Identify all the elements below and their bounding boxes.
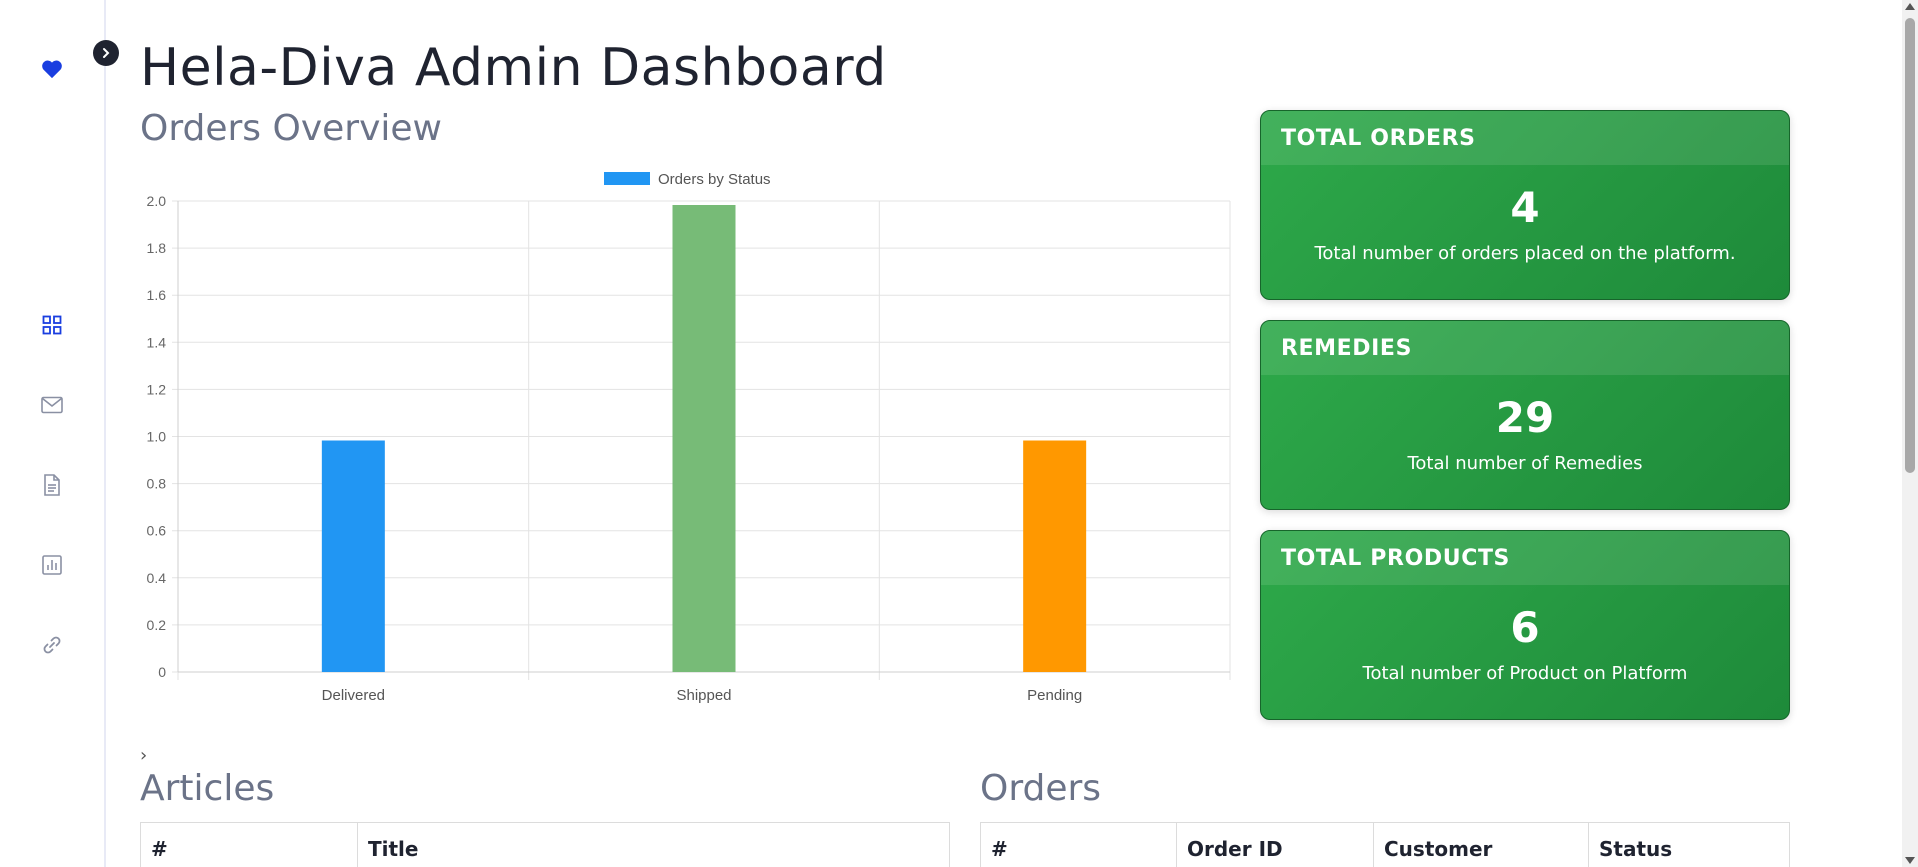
x-tick-label: Delivered	[322, 687, 385, 704]
card-title: TOTAL PRODUCTS	[1261, 531, 1789, 585]
sidebar	[0, 0, 106, 867]
vertical-scrollbar[interactable]	[1902, 0, 1918, 867]
legend-label: Orders by Status	[658, 171, 771, 188]
sidebar-toggle-button[interactable]	[93, 40, 119, 66]
mail-icon[interactable]	[40, 393, 64, 417]
column-header-customer[interactable]: Customer	[1373, 822, 1589, 867]
y-tick-label: 1.8	[147, 240, 167, 256]
collapse-chevron-icon[interactable]: ›	[140, 745, 147, 766]
bar-pending	[1023, 440, 1087, 672]
bar-chart-icon[interactable]	[40, 553, 64, 577]
card-description: Total number of orders placed on the pla…	[1314, 243, 1736, 264]
main-content: Hela-Diva Admin Dashboard Orders Overvie…	[140, 0, 1790, 867]
document-icon[interactable]	[40, 473, 64, 497]
card-title: TOTAL ORDERS	[1261, 111, 1789, 165]
orders-bar-chart: 0 0.2 0.4 0.6 0.8 1.0 1.2 1.4 1.6 1.8 2.0 Delivered…	[147, 171, 1231, 704]
card-remedies: REMEDIES 29 Total number of Remedies	[1260, 320, 1790, 510]
orders-title: Orders	[980, 768, 1102, 809]
orders-table: # Order ID Customer Status	[980, 822, 1790, 867]
scrollbar-thumb[interactable]	[1905, 18, 1915, 473]
dashboard-icon[interactable]	[40, 313, 64, 337]
orders-overview-title: Orders Overview	[140, 108, 442, 149]
y-tick-label: 2.0	[147, 193, 167, 209]
column-header-status[interactable]: Status	[1588, 822, 1790, 867]
card-total-products: TOTAL PRODUCTS 6 Total number of Product…	[1260, 530, 1790, 720]
y-tick-label: 0.6	[147, 523, 167, 539]
dashboard-page: Hela-Diva Admin Dashboard Orders Overvie…	[0, 0, 1918, 867]
orders-chart: 0 0.2 0.4 0.6 0.8 1.0 1.2 1.4 1.6 1.8 2.0 Delivered…	[140, 165, 1240, 705]
page-title: Hela-Diva Admin Dashboard	[140, 38, 887, 98]
legend-swatch	[604, 172, 650, 185]
scroll-up-icon[interactable]	[1905, 3, 1915, 10]
y-tick-label: 1.4	[147, 334, 167, 350]
table-header-row: # Title	[140, 822, 950, 867]
y-tick-label: 0.2	[147, 617, 167, 633]
column-header-number[interactable]: #	[140, 822, 358, 867]
bar-delivered	[321, 440, 385, 672]
articles-title: Articles	[140, 768, 275, 809]
card-value: 29	[1495, 393, 1555, 442]
card-value: 6	[1510, 603, 1540, 652]
y-tick-label: 1.0	[147, 429, 167, 445]
card-total-orders: TOTAL ORDERS 4 Total number of orders pl…	[1260, 110, 1790, 300]
y-tick-label: 1.6	[147, 287, 167, 303]
column-header-order-id[interactable]: Order ID	[1176, 822, 1374, 867]
card-title: REMEDIES	[1261, 321, 1789, 375]
y-tick-label: 1.2	[147, 381, 167, 397]
bar-shipped	[672, 205, 736, 672]
card-description: Total number of Remedies	[1407, 453, 1643, 474]
table-header-row: # Order ID Customer Status	[980, 822, 1790, 867]
heart-icon[interactable]	[40, 57, 64, 81]
column-header-number[interactable]: #	[980, 822, 1177, 867]
x-tick-label: Pending	[1027, 687, 1082, 704]
scroll-down-icon[interactable]	[1905, 857, 1915, 864]
x-tick-label: Shipped	[676, 687, 731, 704]
articles-table: # Title	[140, 822, 950, 867]
chevron-right-icon	[103, 48, 110, 58]
y-tick-label: 0.4	[147, 570, 167, 586]
card-description: Total number of Product on Platform	[1362, 663, 1688, 684]
column-header-title[interactable]: Title	[357, 822, 950, 867]
y-tick-label: 0.8	[147, 476, 167, 492]
card-value: 4	[1510, 183, 1540, 232]
y-tick-label: 0	[158, 664, 166, 680]
link-icon[interactable]	[40, 633, 64, 657]
